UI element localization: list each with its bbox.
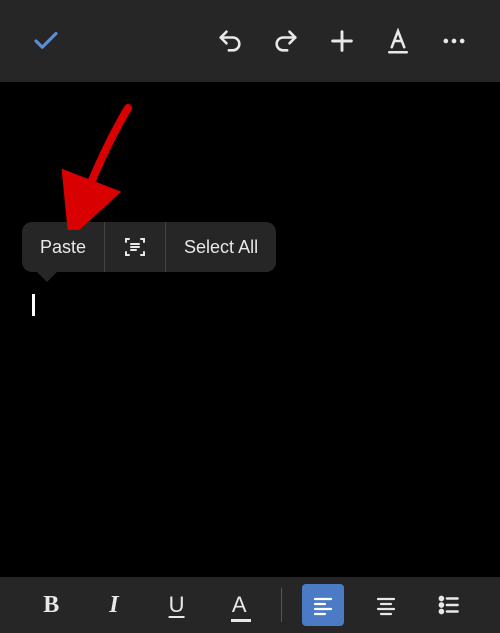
context-menu: Paste Select All (22, 222, 276, 272)
italic-icon: I (109, 592, 118, 619)
redo-icon (272, 27, 300, 55)
paste-button[interactable]: Paste (22, 222, 104, 272)
bold-icon: B (43, 592, 59, 619)
undo-button[interactable] (202, 13, 258, 69)
select-all-button[interactable]: Select All (166, 222, 276, 272)
more-button[interactable] (426, 13, 482, 69)
align-left-button[interactable] (302, 584, 344, 626)
confirm-button[interactable] (18, 13, 74, 69)
plus-icon (328, 27, 356, 55)
top-toolbar (0, 0, 500, 82)
text-format-button[interactable] (370, 13, 426, 69)
align-left-icon (311, 593, 335, 617)
text-cursor (32, 294, 35, 316)
editor-canvas[interactable] (0, 82, 500, 577)
font-color-icon: A (232, 592, 247, 618)
add-button[interactable] (314, 13, 370, 69)
redo-button[interactable] (258, 13, 314, 69)
font-color-button[interactable]: A (218, 584, 260, 626)
text-format-icon (383, 26, 413, 56)
italic-button[interactable]: I (93, 584, 135, 626)
check-icon (31, 26, 61, 56)
underline-button[interactable]: U (156, 584, 198, 626)
scan-text-button[interactable] (105, 222, 165, 272)
align-center-icon (374, 593, 398, 617)
toolbar-separator (281, 588, 282, 622)
bottom-toolbar: B I U A (0, 577, 500, 633)
bullet-list-button[interactable] (428, 584, 470, 626)
bullet-list-icon (436, 592, 462, 618)
underline-icon: U (169, 592, 185, 618)
bold-button[interactable]: B (30, 584, 72, 626)
undo-icon (216, 27, 244, 55)
scan-text-icon (123, 235, 147, 259)
align-center-button[interactable] (365, 584, 407, 626)
more-horizontal-icon (440, 27, 468, 55)
